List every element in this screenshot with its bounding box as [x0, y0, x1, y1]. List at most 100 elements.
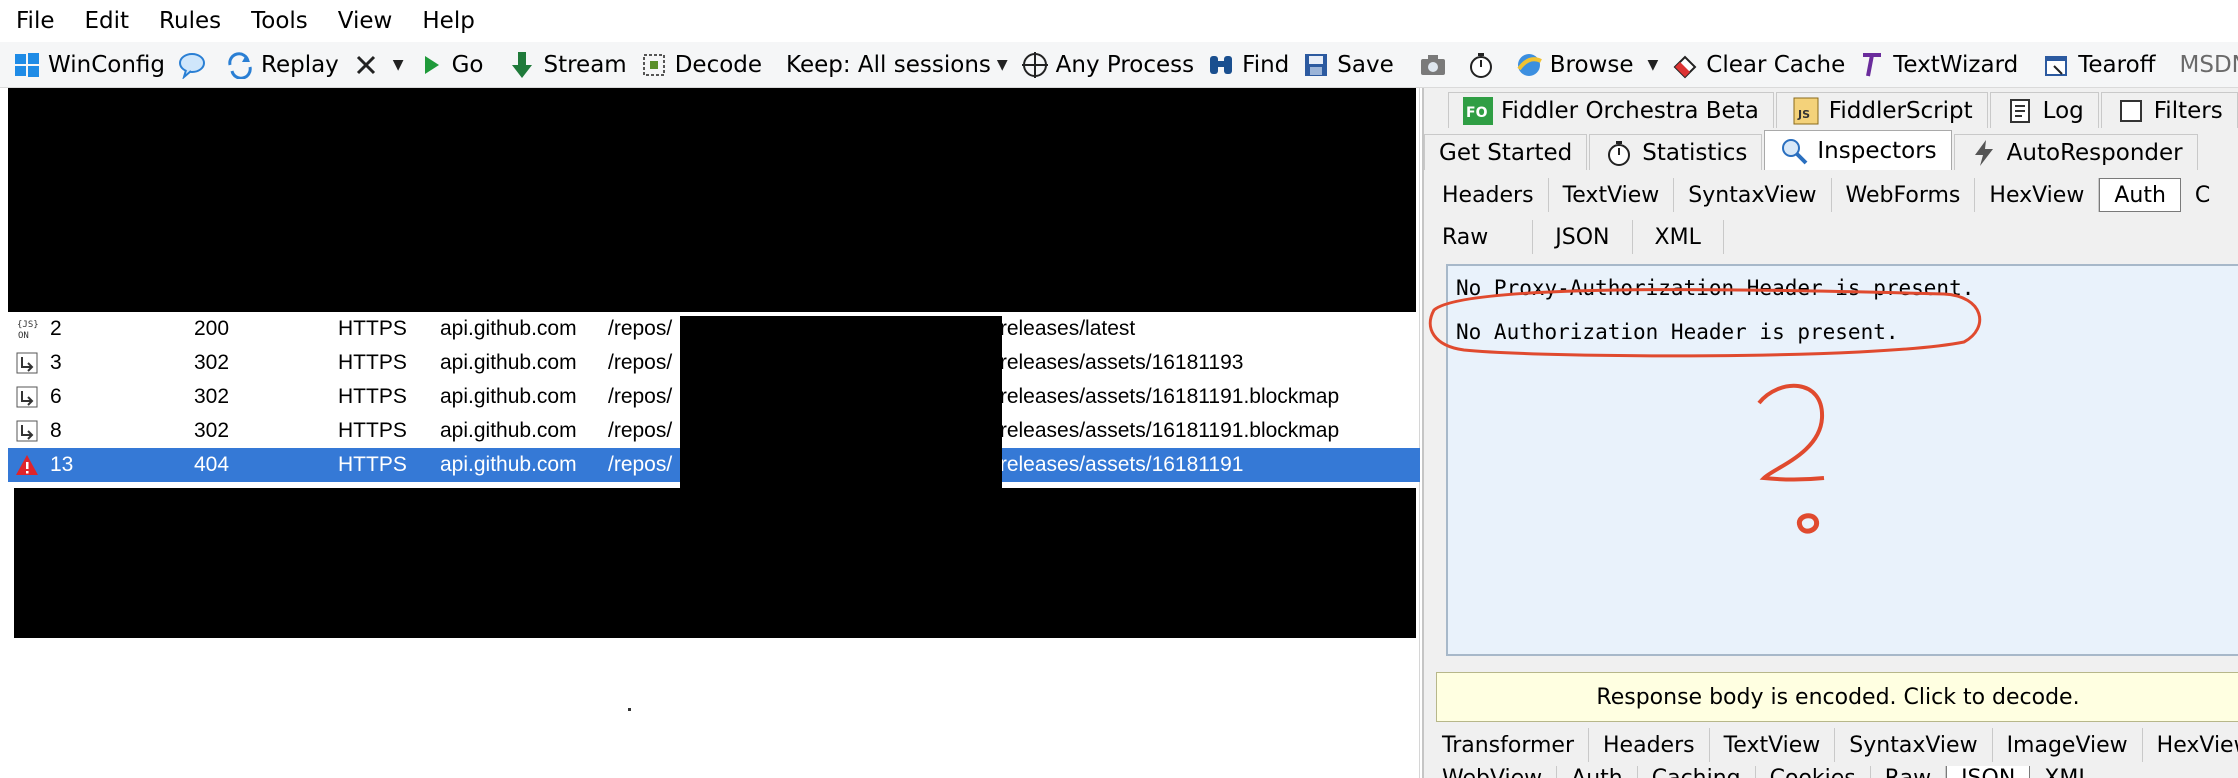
session-id: 8 — [50, 419, 62, 442]
tab-resp-hexview[interactable]: HexView — [2143, 728, 2238, 762]
session-protocol: HTTPS — [338, 385, 407, 408]
session-id: 2 — [50, 317, 62, 340]
svg-text:{JS}: {JS} — [17, 320, 39, 330]
menu-edit[interactable]: Edit — [85, 8, 130, 34]
windows-icon — [12, 50, 42, 80]
text-t-icon — [1857, 50, 1887, 80]
session-url-prefix: /repos/ — [608, 317, 673, 340]
textwizard-button[interactable]: TextWizard — [1853, 46, 2026, 84]
tab-resp-raw[interactable]: Raw — [1871, 766, 1947, 778]
session-result: 404 — [194, 453, 230, 476]
session-host: api.github.com — [440, 317, 577, 340]
comment-button[interactable] — [173, 46, 221, 84]
tearoff-window-icon — [2042, 50, 2072, 80]
session-host: api.github.com — [440, 419, 577, 442]
session-url-prefix: /repos/ — [608, 351, 673, 374]
session-url-suffix: /releases/assets/16181193 — [994, 351, 1244, 374]
session-result: 200 — [194, 317, 230, 340]
tab-resp-syntaxview[interactable]: SyntaxView — [1835, 728, 1993, 762]
session-protocol: HTTPS — [338, 317, 407, 340]
screenshot-button[interactable] — [1414, 46, 1462, 84]
json-icon: {JS} ON — [14, 316, 40, 342]
timer-button[interactable] — [1462, 46, 1510, 84]
sessions-list[interactable]: {JS} ON 2 200 HTTPS api.github.com /repos… — [8, 88, 1420, 778]
browse-label: Browse — [1549, 51, 1634, 78]
winconfig-button[interactable]: WinConfig — [8, 46, 173, 84]
replay-label: Replay — [261, 51, 339, 78]
keep-sessions-dropdown[interactable]: Keep: All sessions ▼ — [782, 46, 1016, 84]
stream-button[interactable]: Stream — [503, 46, 634, 84]
stray-dot — [628, 708, 631, 711]
browser-globe-icon — [1514, 50, 1544, 80]
menu-bar: File Edit Rules Tools View Help — [0, 0, 2238, 42]
toolbar: WinConfig Replay ▼ Go Stream Decode Keep… — [0, 42, 2238, 88]
response-encoded-notice[interactable]: Response body is encoded. Click to decod… — [1436, 672, 2238, 722]
close-icon — [351, 50, 381, 80]
chevron-down-icon: ▼ — [996, 56, 1008, 73]
session-id: 6 — [50, 385, 62, 408]
play-icon — [416, 50, 446, 80]
menu-rules[interactable]: Rules — [159, 8, 221, 34]
eraser-icon — [1670, 50, 1700, 80]
menu-help[interactable]: Help — [422, 8, 474, 34]
session-url-prefix: /repos/ — [608, 385, 673, 408]
chevron-down-icon: ▼ — [392, 56, 404, 73]
redirect-icon — [14, 384, 40, 410]
decode-button[interactable]: Decode — [635, 46, 770, 84]
clear-cache-button[interactable]: Clear Cache — [1666, 46, 1853, 84]
tab-resp-auth[interactable]: Auth — [1557, 766, 1638, 778]
save-icon — [1301, 50, 1331, 80]
find-label: Find — [1242, 51, 1290, 78]
tab-resp-caching[interactable]: Caching — [1638, 766, 1756, 778]
any-process-label: Any Process — [1055, 51, 1195, 78]
tab-resp-webview[interactable]: WebView — [1428, 766, 1558, 778]
session-result: 302 — [194, 419, 230, 442]
binoculars-icon — [1206, 50, 1236, 80]
replay-button[interactable]: Replay — [221, 46, 347, 84]
menu-file[interactable]: File — [16, 8, 55, 34]
tab-resp-textview[interactable]: TextView — [1710, 728, 1836, 762]
stopwatch-icon — [1466, 50, 1496, 80]
tearoff-label: Tearoff — [2078, 51, 2156, 78]
menu-tools[interactable]: Tools — [251, 8, 308, 34]
redirect-icon — [14, 350, 40, 376]
encoded-notice-text: Response body is encoded. Click to decod… — [1596, 684, 2080, 710]
tab-resp-cookies[interactable]: Cookies — [1756, 766, 1871, 778]
session-url-suffix: /releases/assets/16181191.blockmap — [994, 385, 1340, 408]
stream-arrow-icon — [507, 50, 537, 80]
session-result: 302 — [194, 351, 230, 374]
menu-view[interactable]: View — [338, 8, 393, 34]
msdn-search-field[interactable]: MSDN Se — [2176, 46, 2238, 84]
tab-resp-imageview[interactable]: ImageView — [1993, 728, 2143, 762]
stream-label: Stream — [543, 51, 627, 78]
session-url-suffix: /releases/assets/16181191.blockmap — [994, 419, 1340, 442]
browse-button[interactable]: Browse ▼ — [1510, 46, 1667, 84]
session-protocol: HTTPS — [338, 351, 407, 374]
clear-cache-label: Clear Cache — [1706, 51, 1846, 78]
decode-icon — [639, 50, 669, 80]
find-button[interactable]: Find — [1202, 46, 1297, 84]
inspector-panel: FO Fiddler Orchestra Beta JS FiddlerScri… — [1422, 88, 2238, 778]
go-button[interactable]: Go — [412, 46, 492, 84]
speech-bubble-icon — [177, 50, 207, 80]
session-url-prefix: /repos/ — [608, 453, 673, 476]
textwizard-label: TextWizard — [1893, 51, 2019, 78]
save-button[interactable]: Save — [1297, 46, 1401, 84]
session-url-suffix: /releases/assets/16181191 — [994, 453, 1244, 476]
keep-sessions-label: Keep: All sessions — [786, 51, 991, 78]
redirect-icon — [14, 418, 40, 444]
tab-resp-json[interactable]: JSON — [1946, 766, 2031, 778]
redacted-area-top — [8, 88, 1416, 312]
camera-icon — [1418, 50, 1448, 80]
session-url-suffix: /releases/latest — [994, 317, 1136, 340]
msdn-search-label: MSDN Se — [2179, 51, 2238, 78]
any-process-button[interactable]: Any Process — [1016, 46, 1202, 84]
session-id: 13 — [50, 453, 74, 476]
winconfig-label: WinConfig — [48, 51, 165, 78]
remove-button[interactable]: ▼ — [347, 46, 412, 84]
tab-resp-transformer[interactable]: Transformer — [1428, 728, 1590, 762]
tab-resp-headers[interactable]: Headers — [1589, 728, 1710, 762]
tab-resp-xml[interactable]: XML — [2030, 766, 2104, 778]
error-icon — [14, 452, 40, 478]
tearoff-button[interactable]: Tearoff — [2038, 46, 2163, 84]
